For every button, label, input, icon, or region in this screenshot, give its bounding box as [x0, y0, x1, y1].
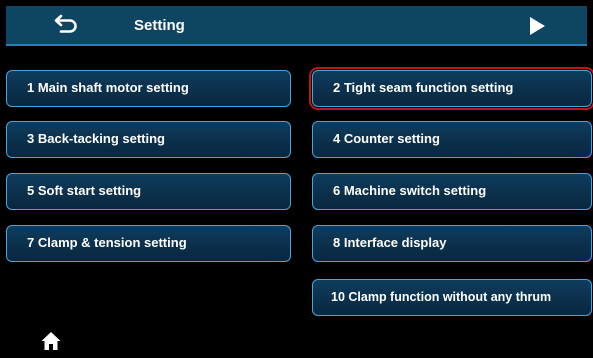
home-button[interactable] [40, 330, 62, 352]
menu-machine-switch-setting[interactable]: 6 Machine switch setting [312, 173, 592, 210]
menu-tight-seam-function-setting[interactable]: 2 Tight seam function setting [309, 67, 593, 110]
menu-interface-display[interactable]: 8 Interface display [312, 225, 592, 262]
back-button[interactable] [52, 12, 82, 36]
back-arrow-icon [54, 14, 77, 33]
menu-counter-setting[interactable]: 4 Counter setting [312, 121, 592, 158]
menu-soft-start-setting[interactable]: 5 Soft start setting [6, 173, 291, 210]
next-page-button[interactable] [524, 13, 550, 39]
menu-main-shaft-motor-setting[interactable]: 1 Main shaft motor setting [6, 70, 291, 107]
play-next-icon [530, 17, 545, 35]
home-icon [41, 332, 61, 350]
menu-clamp-tension-setting[interactable]: 7 Clamp & tension setting [6, 225, 291, 262]
settings-screen: Setting 1 Main shaft motor setting 2 Tig… [0, 0, 593, 358]
menu-back-tacking-setting[interactable]: 3 Back-tacking setting [6, 121, 291, 158]
header-bar: Setting [6, 6, 587, 46]
page-title: Setting [134, 17, 185, 34]
menu-clamp-function-without-thrum[interactable]: 10 Clamp function without any thrum [312, 279, 592, 316]
